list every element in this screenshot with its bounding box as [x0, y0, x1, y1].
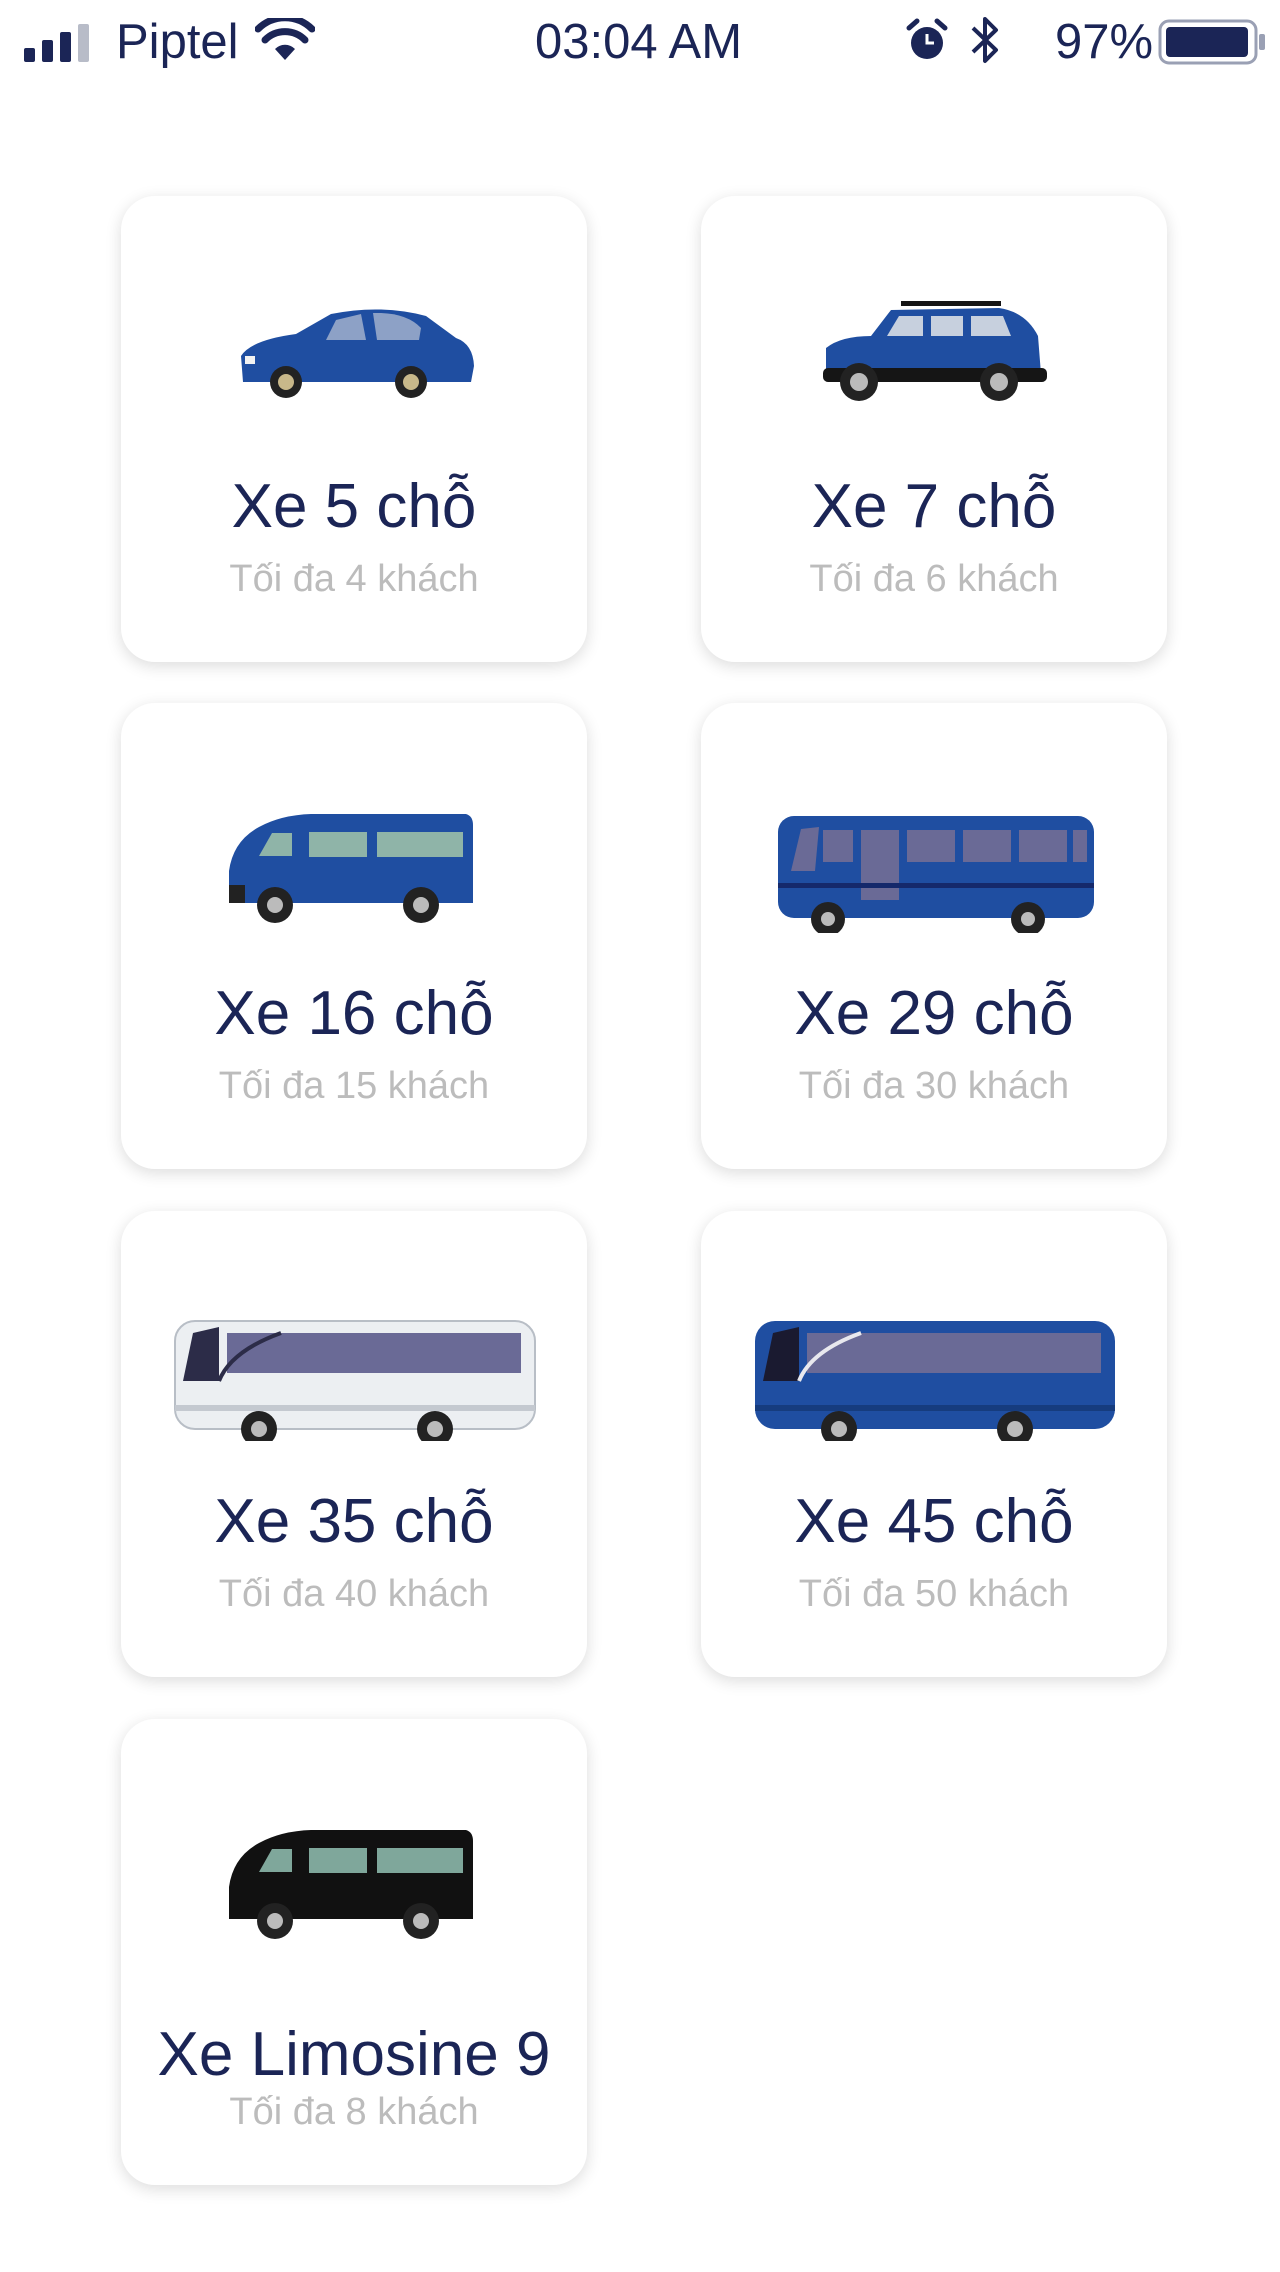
- vehicle-card-29-seats[interactable]: Xe 29 chỗ Tối đa 30 khách: [701, 703, 1167, 1169]
- vehicle-capacity: Tối đa 4 khách: [229, 558, 479, 600]
- vehicle-card-45-seats[interactable]: Xe 45 chỗ Tối đa 50 khách: [701, 1211, 1167, 1677]
- vehicle-capacity: Tối đa 15 khách: [218, 1065, 490, 1107]
- minibus-icon: [778, 816, 1094, 933]
- vehicle-title: Xe 7 chỗ: [811, 472, 1057, 541]
- vehicle-card-7-seats[interactable]: Xe 7 chỗ Tối đa 6 khách: [701, 196, 1167, 662]
- vehicle-title: Xe Limosine 9: [157, 2020, 551, 2089]
- clock-time: 03:04 AM: [535, 15, 743, 69]
- vehicle-card-16-seats[interactable]: Xe 16 chỗ Tối đa 15 khách: [121, 703, 587, 1169]
- wifi-icon: [255, 18, 315, 60]
- alarm-icon: [906, 18, 948, 59]
- suv-icon: [823, 301, 1047, 401]
- vehicle-card-35-seats[interactable]: Xe 35 chỗ Tối đa 40 khách: [121, 1211, 587, 1677]
- black-limousine-van-icon: [229, 1830, 473, 1939]
- vehicle-title: Xe 16 chỗ: [214, 979, 494, 1048]
- vehicle-title: Xe 45 chỗ: [794, 1487, 1074, 1556]
- sedan-icon: [241, 309, 474, 398]
- battery-percent: 97%: [1055, 15, 1154, 69]
- battery-icon: [1158, 19, 1265, 65]
- bluetooth-icon: [971, 17, 998, 63]
- vehicle-capacity: Tối đa 30 khách: [798, 1065, 1070, 1107]
- vehicle-title: Xe 35 chỗ: [214, 1487, 494, 1556]
- van-icon: [229, 814, 473, 923]
- vehicle-title: Xe 5 chỗ: [231, 472, 477, 541]
- status-bar: Piptel 03:04 AM 97%: [0, 0, 1280, 80]
- vehicle-capacity: Tối đa 6 khách: [809, 558, 1059, 600]
- vehicle-card-5-seats[interactable]: Xe 5 chỗ Tối đa 4 khách: [121, 196, 587, 662]
- signal-icon: [24, 24, 89, 62]
- carrier-name: Piptel: [116, 15, 239, 69]
- vehicle-card-limousine-9[interactable]: Xe Limosine 9 Tối đa 8 khách: [121, 1719, 587, 2185]
- blue-coach-icon: [755, 1321, 1115, 1441]
- vehicle-capacity: Tối đa 40 khách: [218, 1573, 490, 1615]
- white-coach-icon: [174, 1320, 536, 1441]
- vehicle-capacity: Tối đa 8 khách: [229, 2091, 479, 2133]
- vehicle-capacity: Tối đa 50 khách: [798, 1573, 1070, 1615]
- vehicle-title: Xe 29 chỗ: [794, 979, 1074, 1048]
